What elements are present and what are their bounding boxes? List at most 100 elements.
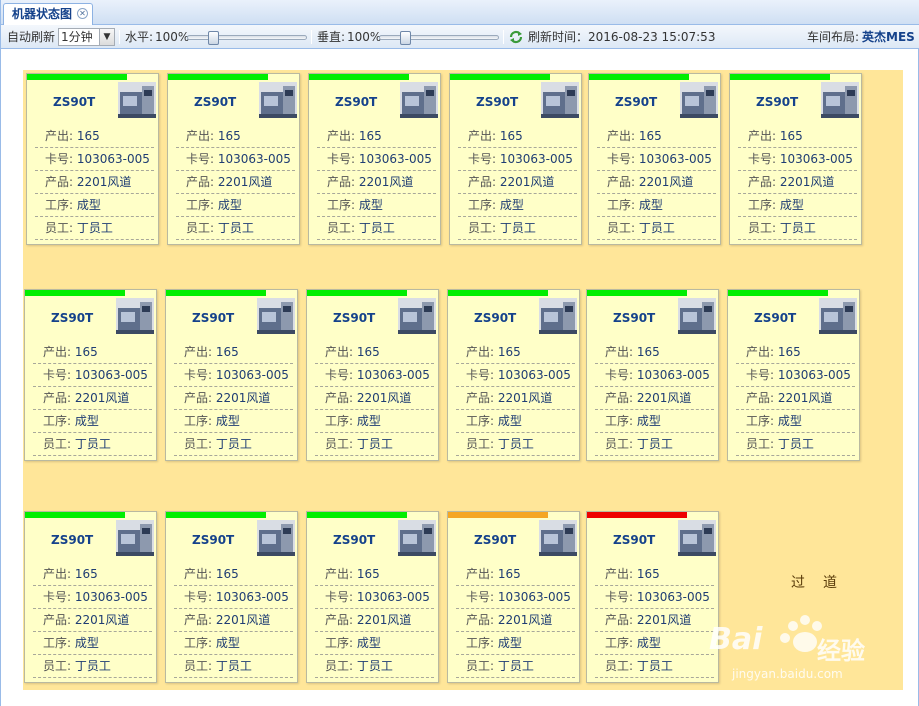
field-value[interactable]: 成型 [77,198,101,212]
field-label: 卡号: [468,152,497,166]
chevron-down-icon[interactable]: ▼ [99,29,114,45]
machine-name[interactable]: ZS90T [333,533,375,547]
field-value[interactable]: 成型 [498,636,522,650]
machine-card[interactable]: ZS90T 产出: 165 卡号: 103063-005 产品: 2201风道 工序: … [588,73,721,245]
field-value[interactable]: 成型 [75,636,99,650]
field-value[interactable]: 丁员工 [77,221,113,235]
field-value[interactable]: 成型 [778,414,802,428]
field-value[interactable]: 成型 [216,636,240,650]
machine-status-bar [168,74,268,80]
machine-card[interactable]: ZS90T 产出: 165 卡号: 103063-005 产品: 2201风道 工序: … [24,511,157,683]
machine-field-worker: 员工: 丁员工 [33,655,152,678]
tab-strip: 机器状态图 ✕ [1,0,919,25]
field-value[interactable]: 丁员工 [780,221,816,235]
machine-card[interactable]: ZS90T 产出: 165 卡号: 103063-005 产品: 2201风道 工序: … [24,289,157,461]
machine-name[interactable]: ZS90T [615,95,657,109]
horizontal-zoom-slider[interactable] [187,31,307,45]
field-value[interactable]: 成型 [637,414,661,428]
machine-card[interactable]: ZS90T 产出: 165 卡号: 103063-005 产品: 2201风道 工序: … [449,73,582,245]
machine-card[interactable]: ZS90T 产出: 165 卡号: 103063-005 产品: 2201风道 工序: … [447,289,580,461]
field-value[interactable]: 成型 [357,414,381,428]
field-value[interactable]: 丁员工 [357,659,393,673]
refresh-icon[interactable] [508,29,524,45]
field-value[interactable]: 丁员工 [639,221,675,235]
machine-name[interactable]: ZS90T [335,95,377,109]
field-value[interactable]: 丁员工 [500,221,536,235]
field-label: 产品: [184,391,213,405]
machine-field-process: 工序: 成型 [315,632,434,655]
field-value[interactable]: 成型 [357,636,381,650]
tab-machine-status[interactable]: 机器状态图 ✕ [3,3,94,25]
field-label: 产品: [748,175,777,189]
close-icon[interactable]: ✕ [77,8,89,19]
field-value[interactable]: 成型 [500,198,524,212]
field-value[interactable]: 丁员工 [637,659,673,673]
machine-card[interactable]: ZS90T 产出: 165 卡号: 103063-005 产品: 2201风道 工序: … [165,289,298,461]
machine-field-process: 工序: 成型 [736,410,855,433]
field-value[interactable]: 成型 [75,414,99,428]
machine-field-output: 产出: 165 [315,563,434,586]
field-label: 产品: [468,175,497,189]
machine-name[interactable]: ZS90T [613,311,655,325]
machine-name[interactable]: ZS90T [51,533,93,547]
machine-name[interactable]: ZS90T [474,311,516,325]
field-label: 员工: [605,659,634,673]
field-value[interactable]: 丁员工 [778,437,814,451]
machine-name[interactable]: ZS90T [194,95,236,109]
machine-status-bar [25,290,125,296]
machine-status-bar [166,290,266,296]
machine-card[interactable]: ZS90T 产出: 165 卡号: 103063-005 产品: 2201风道 工序: … [586,289,719,461]
machine-name[interactable]: ZS90T [613,533,655,547]
field-value[interactable]: 丁员工 [218,221,254,235]
machine-name[interactable]: ZS90T [474,533,516,547]
machine-field-output: 产出: 165 [597,125,716,148]
vertical-zoom-slider[interactable] [379,31,499,45]
field-value[interactable]: 丁员工 [357,437,393,451]
machine-name[interactable]: ZS90T [756,95,798,109]
machine-card[interactable]: ZS90T 产出: 165 卡号: 103063-005 产品: 2201风道 工序: … [727,289,860,461]
machine-name[interactable]: ZS90T [192,533,234,547]
machine-name[interactable]: ZS90T [754,311,796,325]
auto-refresh-select[interactable]: 1分钟 ▼ [58,28,115,46]
field-value[interactable]: 成型 [637,636,661,650]
field-value[interactable]: 丁员工 [75,437,111,451]
machine-card[interactable]: ZS90T 产出: 165 卡号: 103063-005 产品: 2201风道 工序: … [586,511,719,683]
aisle-label: 过道 [791,575,855,591]
machine-name[interactable]: ZS90T [333,311,375,325]
machine-card[interactable]: ZS90T 产出: 165 卡号: 103063-005 产品: 2201风道 工序: … [729,73,862,245]
field-value[interactable]: 丁员工 [75,659,111,673]
field-value[interactable]: 丁员工 [498,437,534,451]
machine-field-worker: 员工: 丁员工 [174,655,293,678]
vertical-slider-thumb[interactable] [400,31,411,45]
field-value[interactable]: 丁员工 [216,437,252,451]
machine-card[interactable]: ZS90T 产出: 165 卡号: 103063-005 产品: 2201风道 工序: … [26,73,159,245]
machine-card[interactable]: ZS90T 产出: 165 卡号: 103063-005 产品: 2201风道 工序: … [167,73,300,245]
machine-card[interactable]: ZS90T 产出: 165 卡号: 103063-005 产品: 2201风道 工序: … [447,511,580,683]
machine-card[interactable]: ZS90T 产出: 165 卡号: 103063-005 产品: 2201风道 工序: … [306,511,439,683]
field-value[interactable]: 成型 [359,198,383,212]
machine-name[interactable]: ZS90T [192,311,234,325]
machine-name[interactable]: ZS90T [53,95,95,109]
field-value[interactable]: 丁员工 [216,659,252,673]
field-value[interactable]: 丁员工 [359,221,395,235]
field-value[interactable]: 成型 [639,198,663,212]
field-value[interactable]: 成型 [218,198,242,212]
field-value: 103063-005 [356,590,430,604]
field-value[interactable]: 丁员工 [637,437,673,451]
machine-field-output: 产出: 165 [174,563,293,586]
horizontal-slider-thumb[interactable] [208,31,219,45]
layout-value[interactable]: 英杰MES [862,25,915,49]
field-value[interactable]: 成型 [498,414,522,428]
field-label: 产品: [43,613,72,627]
machine-card[interactable]: ZS90T 产出: 165 卡号: 103063-005 产品: 2201风道 工序: … [165,511,298,683]
field-value[interactable]: 成型 [216,414,240,428]
field-value[interactable]: 成型 [780,198,804,212]
machine-field-worker: 员工: 丁员工 [458,217,577,240]
machine-card[interactable]: ZS90T 产出: 165 卡号: 103063-005 产品: 2201风道 工序: … [306,289,439,461]
machine-name[interactable]: ZS90T [476,95,518,109]
field-value: 165 [76,129,100,143]
field-value: 2201风道 [76,175,132,189]
machine-card[interactable]: ZS90T 产出: 165 卡号: 103063-005 产品: 2201风道 工序: … [308,73,441,245]
machine-name[interactable]: ZS90T [51,311,93,325]
field-value[interactable]: 丁员工 [498,659,534,673]
